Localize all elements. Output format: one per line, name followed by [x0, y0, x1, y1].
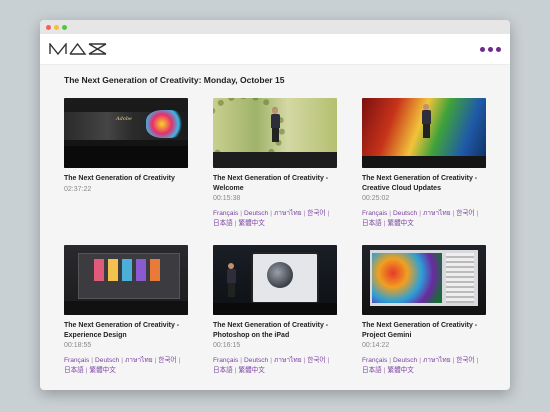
video-card: The Next Generation of Creativity - Proj…	[362, 245, 486, 382]
lang-link-german[interactable]: Deutsch	[393, 210, 417, 217]
window-titlebar	[40, 20, 510, 34]
video-title[interactable]: The Next Generation of Creativity - Proj…	[362, 321, 486, 340]
minimize-window-dot[interactable]	[54, 24, 59, 30]
maximize-window-dot[interactable]	[62, 24, 67, 30]
close-window-dot[interactable]	[46, 24, 51, 30]
lang-link-korean[interactable]: 한국어	[456, 357, 474, 364]
video-card: The Next Generation of Creativity - Expe…	[64, 245, 188, 382]
language-links: Français | Deutsch | ภาษาไทย | 한국어 | 日本語 | 繁體中文	[213, 357, 330, 374]
lang-link-german[interactable]: Deutsch	[95, 357, 119, 364]
lang-link-thai[interactable]: ภาษาไทย	[274, 210, 302, 217]
video-thumbnail[interactable]	[213, 98, 337, 168]
lang-link-french[interactable]: Français	[213, 357, 238, 364]
video-card: The Next Generation of Creativity - Crea…	[362, 98, 486, 235]
video-duration: 02:37:22	[64, 185, 92, 193]
language-links: Français | Deutsch | ภาษาไทย | 한국어 | 日本語 | 繁體中文	[362, 210, 479, 227]
max-logo[interactable]	[49, 43, 107, 55]
video-duration: 00:18:55	[64, 342, 92, 349]
lang-link-thai[interactable]: ภาษาไทย	[423, 210, 451, 217]
video-card: Adobe The Next Generation of Creativity …	[64, 98, 188, 235]
video-grid: Adobe The Next Generation of Creativity …	[64, 98, 486, 382]
lang-link-thai[interactable]: ภาษาไทย	[274, 357, 302, 364]
lang-link-korean[interactable]: 한국어	[158, 357, 176, 364]
lang-link-japanese[interactable]: 日本語	[362, 367, 382, 374]
more-dots-icon[interactable]	[480, 46, 501, 52]
lang-link-korean[interactable]: 한국어	[456, 210, 474, 217]
video-card: The Next Generation of Creativity - Welc…	[213, 98, 337, 235]
lang-link-german[interactable]: Deutsch	[244, 357, 268, 364]
lang-link-japanese[interactable]: 日本語	[64, 367, 84, 374]
video-card: The Next Generation of Creativity - Phot…	[213, 245, 337, 382]
lang-link-japanese[interactable]: 日本語	[213, 220, 233, 227]
video-thumbnail[interactable]	[362, 98, 486, 168]
video-thumbnail[interactable]	[362, 245, 486, 315]
lang-link-french[interactable]: Français	[362, 210, 387, 217]
video-duration: 00:16:15	[213, 342, 241, 349]
video-title[interactable]: The Next Generation of Creativity - Expe…	[64, 321, 188, 340]
lang-link-thai[interactable]: ภาษาไทย	[423, 357, 451, 364]
lang-link-japanese[interactable]: 日本語	[213, 367, 233, 374]
video-thumbnail[interactable]: Adobe	[64, 98, 188, 168]
language-links: Français | Deutsch | ภาษาไทย | 한국어 | 日本語 | 繁體中文	[213, 210, 330, 227]
lang-link-chinese-traditional[interactable]: 繁體中文	[239, 220, 265, 227]
page-title: The Next Generation of Creativity: Monda…	[64, 75, 285, 85]
lang-link-korean[interactable]: 한국어	[307, 357, 325, 364]
lang-link-korean[interactable]: 한국어	[307, 210, 325, 217]
video-title[interactable]: The Next Generation of Creativity	[64, 174, 188, 184]
video-title[interactable]: The Next Generation of Creativity - Crea…	[362, 174, 486, 193]
language-links: Français | Deutsch | ภาษาไทย | 한국어 | 日本語 | 繁體中文	[64, 357, 181, 374]
video-duration: 00:25:02	[362, 195, 390, 202]
lang-link-french[interactable]: Français	[213, 210, 238, 217]
video-duration: 00:14:22	[362, 342, 390, 349]
main-content: The Next Generation of Creativity: Monda…	[40, 65, 510, 382]
lang-link-french[interactable]: Français	[362, 357, 387, 364]
lang-link-thai[interactable]: ภาษาไทย	[125, 357, 153, 364]
video-thumbnail[interactable]	[213, 245, 337, 315]
lang-link-french[interactable]: Français	[64, 357, 89, 364]
lang-link-german[interactable]: Deutsch	[244, 210, 268, 217]
lang-link-chinese-traditional[interactable]: 繁體中文	[239, 367, 265, 374]
lang-link-japanese[interactable]: 日本語	[362, 220, 382, 227]
video-duration: 00:15:38	[213, 195, 241, 202]
site-header	[40, 34, 510, 65]
lang-link-german[interactable]: Deutsch	[393, 357, 417, 364]
lang-link-chinese-traditional[interactable]: 繁體中文	[90, 367, 116, 374]
language-links: Français | Deutsch | ภาษาไทย | 한국어 | 日本語 | 繁體中文	[362, 357, 479, 374]
lang-link-chinese-traditional[interactable]: 繁體中文	[388, 220, 414, 227]
video-title[interactable]: The Next Generation of Creativity - Phot…	[213, 321, 337, 340]
browser-window: The Next Generation of Creativity: Monda…	[40, 20, 510, 390]
lang-link-chinese-traditional[interactable]: 繁體中文	[388, 367, 414, 374]
video-thumbnail[interactable]	[64, 245, 188, 315]
video-title[interactable]: The Next Generation of Creativity - Welc…	[213, 174, 337, 193]
